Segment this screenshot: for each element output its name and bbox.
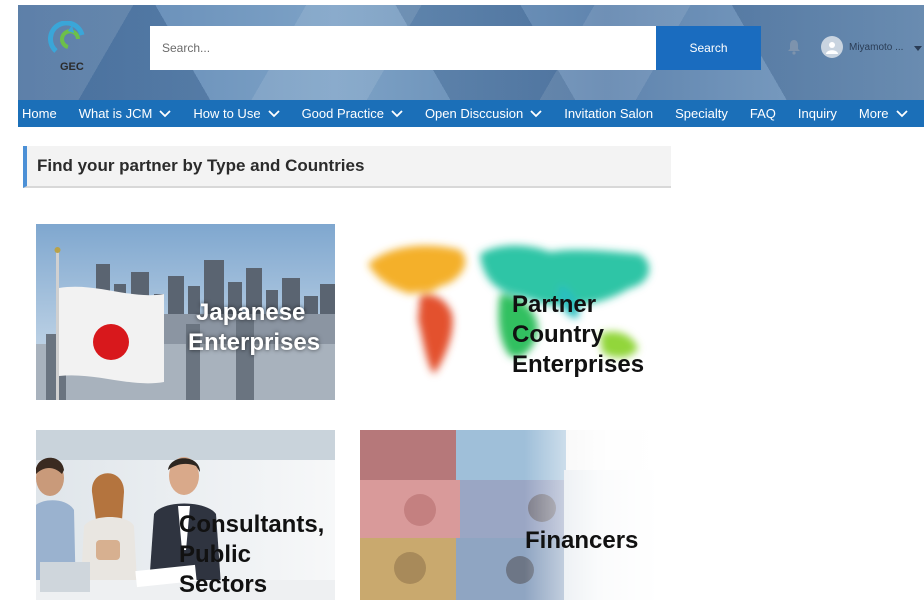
nav-item-label: What is JCM [78, 106, 153, 121]
nav-item-inquiry[interactable]: Inquiry [798, 100, 837, 127]
nav-item-label: FAQ [749, 106, 776, 121]
search-button[interactable]: Search [656, 26, 761, 70]
card-label-financers: Financers [525, 526, 638, 556]
card-financers[interactable]: Financers [360, 430, 659, 600]
nav-item-label: Inquiry [797, 106, 837, 121]
card-label-line: Country [512, 321, 604, 348]
card-label-line: Enterprises [188, 329, 321, 356]
card-japanese-enterprises[interactable]: Japanese Enterprises [36, 224, 335, 400]
section-heading: Find your partner by Type and Countries [23, 146, 671, 188]
banknotes-image [360, 430, 659, 600]
card-label-line: Sectors [179, 571, 268, 598]
chevron-down-icon [391, 109, 403, 117]
nav-item-good-practice[interactable]: Good Practice [302, 100, 403, 127]
card-consultants-public-sectors[interactable]: Consultants, Public Sectors [36, 430, 335, 600]
nav-item-invitation-salon[interactable]: Invitation Salon [564, 100, 653, 127]
nav-item-label: Invitation Salon [564, 106, 654, 121]
card-label-partner: Partner Country Enterprises [512, 290, 644, 380]
nav-item-what-is-jcm[interactable]: What is JCM [79, 100, 172, 127]
gec-logo-icon [48, 20, 85, 53]
section-title: Find your partner by Type and Countries [37, 156, 365, 175]
card-label-line: Enterprises [512, 351, 645, 378]
card-label-consultants: Consultants, Public Sectors [179, 510, 324, 600]
chevron-down-icon [895, 109, 908, 117]
nav-item-label: Home [22, 106, 57, 121]
nav-item-how-to-use[interactable]: How to Use [193, 100, 280, 127]
chevron-down-icon [267, 109, 280, 117]
logo-text: GEC [60, 61, 84, 73]
user-menu-caret-icon[interactable] [914, 46, 922, 51]
nav-item-label: Specialty [675, 106, 728, 121]
chevron-down-icon [530, 109, 542, 117]
card-label-line: Consultants, [179, 511, 325, 538]
nav-item-label: Open Disccusion [424, 106, 524, 121]
card-label-japanese: Japanese Enterprises [188, 298, 320, 358]
nav-item-more[interactable]: More [859, 100, 908, 127]
card-label-line: Partner [512, 291, 597, 318]
user-icon [826, 42, 838, 54]
site-header: GEC Search Miyamoto ... [18, 5, 924, 100]
nav-item-label: How to Use [193, 106, 261, 121]
card-partner-country-enterprises[interactable]: Partner Country Enterprises [360, 224, 659, 400]
avatar[interactable] [821, 36, 843, 58]
gec-logo[interactable]: GEC [48, 20, 98, 77]
nav-item-specialty[interactable]: Specialty [675, 100, 728, 127]
main-nav: Home What is JCM How to Use Good Practice Op… [18, 100, 924, 127]
card-label-line: Public [179, 541, 252, 568]
user-name[interactable]: Miyamoto ... [849, 42, 903, 53]
card-label-line: Financers [525, 527, 639, 554]
card-label-line: Japanese [196, 299, 306, 326]
nav-item-label: Good Practice [301, 106, 384, 121]
nav-item-label: More [858, 106, 889, 121]
bell-icon[interactable] [786, 39, 802, 55]
chevron-down-icon [159, 109, 171, 117]
search-input[interactable] [150, 26, 656, 70]
nav-item-open-disccusion[interactable]: Open Disccusion [425, 100, 542, 127]
nav-item-home[interactable]: Home [22, 100, 57, 127]
nav-item-faq[interactable]: FAQ [750, 100, 776, 127]
